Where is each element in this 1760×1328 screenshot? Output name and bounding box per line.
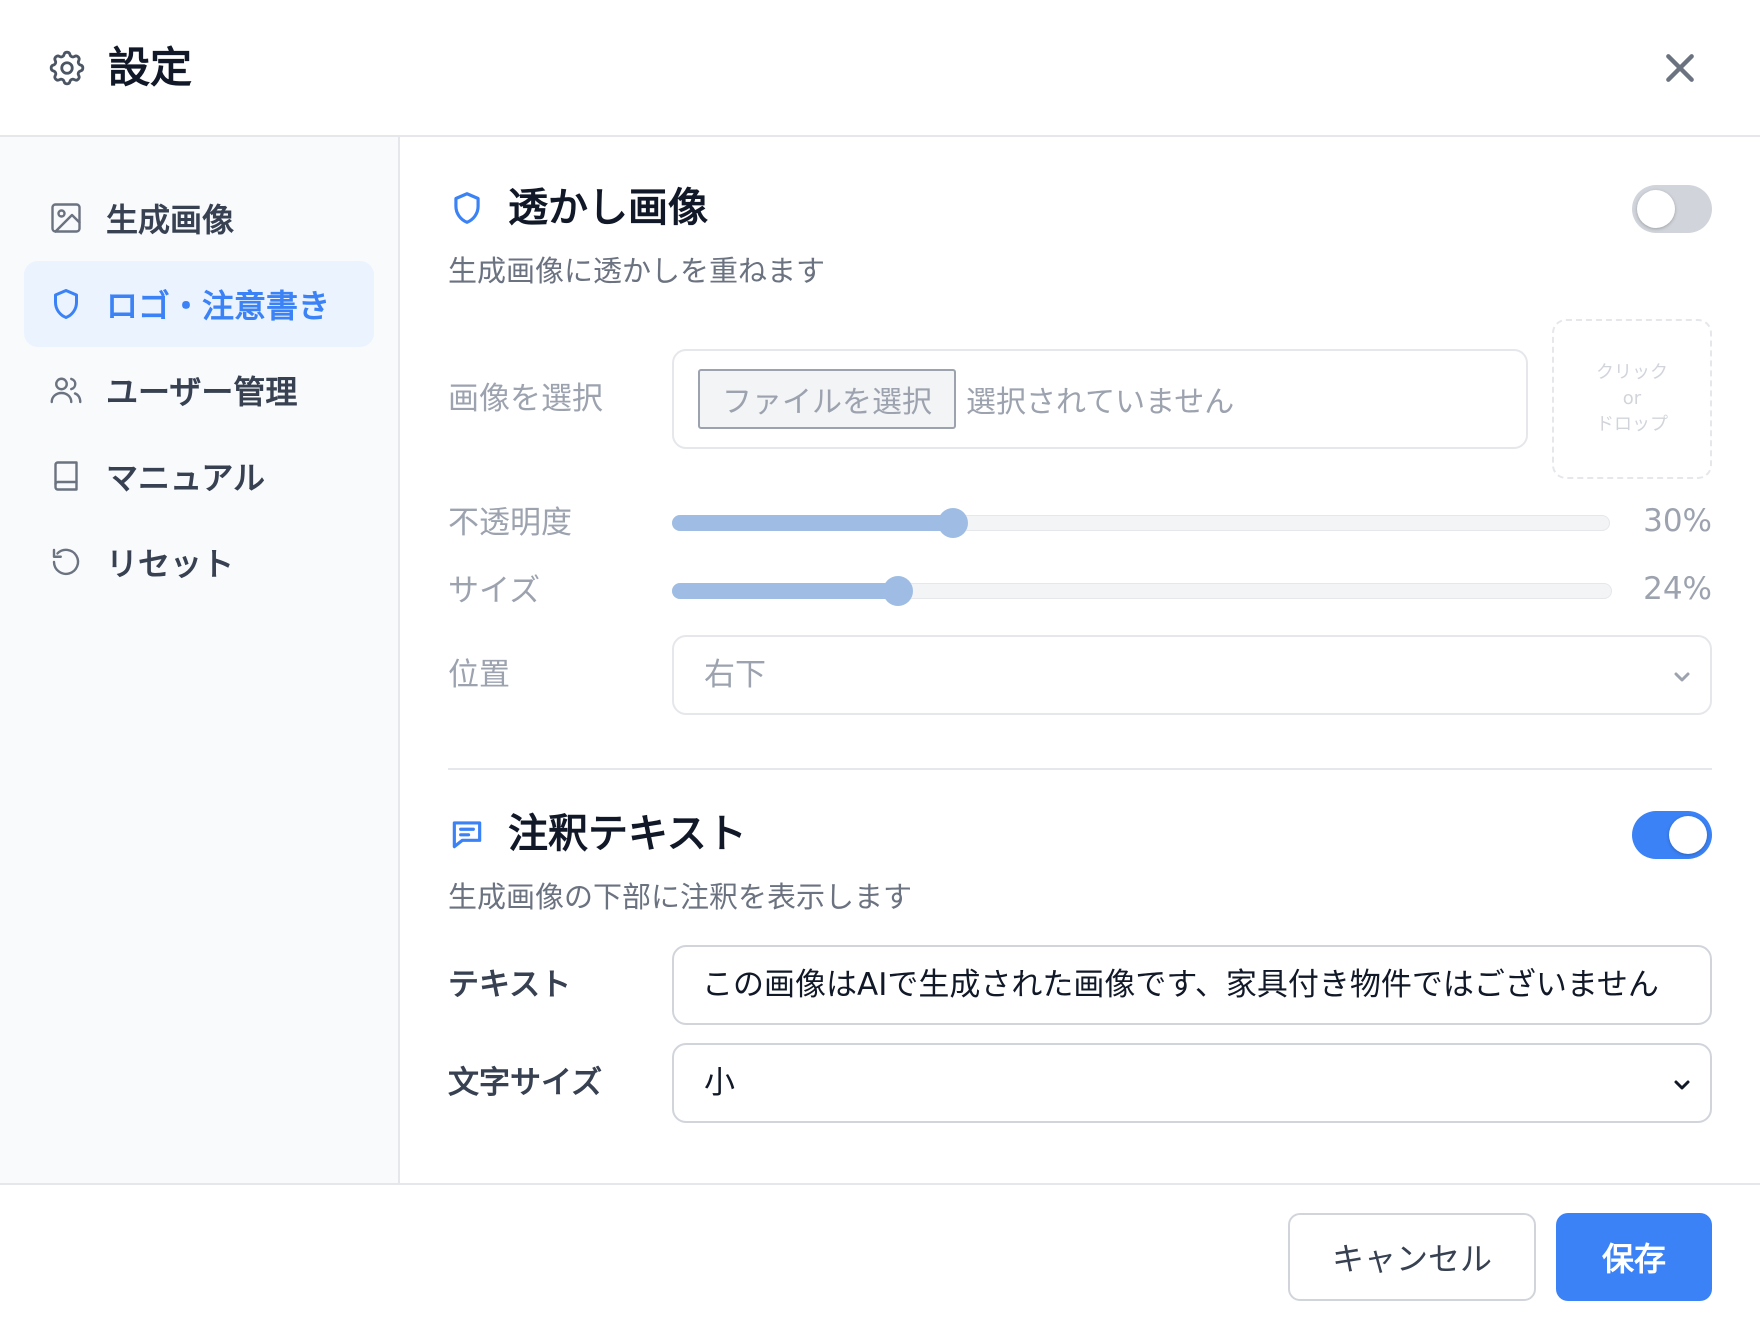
annotation-section-description: 生成画像の下部に注釈を表示します xyxy=(448,880,913,914)
watermark-section-description: 生成画像に透かしを重ねます xyxy=(448,254,826,288)
position-label: 位置 xyxy=(448,657,510,693)
sidebar-item-label: マニュアル xyxy=(106,459,266,497)
drop-zone-text: クリック xyxy=(1596,362,1668,383)
users-icon xyxy=(50,377,82,404)
annotation-section-title: 注釈テキスト xyxy=(508,811,747,857)
slider-thumb[interactable] xyxy=(882,576,913,606)
dialog-title: 設定 xyxy=(108,43,193,92)
font-size-label: 文字サイズ xyxy=(448,1065,603,1101)
shield-icon xyxy=(454,192,480,224)
image-icon xyxy=(51,203,81,233)
sidebar-item-label: ユーザー管理 xyxy=(106,373,298,411)
file-status-text: 選択されていません xyxy=(966,385,1235,420)
save-button[interactable]: 保存 xyxy=(1556,1213,1712,1301)
font-size-select[interactable]: 小 xyxy=(672,1043,1712,1123)
watermark-toggle[interactable] xyxy=(1632,185,1712,233)
toggle-knob xyxy=(1637,190,1675,228)
sidebar-item-manual[interactable]: マニュアル xyxy=(24,433,374,519)
cancel-button[interactable]: キャンセル xyxy=(1288,1213,1536,1301)
slider-fill xyxy=(672,515,954,531)
annotation-text-input[interactable]: この画像はAIで生成された画像です、家具付き物件ではございません xyxy=(672,945,1712,1025)
file-input[interactable]: ファイルを選択 選択されていません xyxy=(672,349,1528,449)
size-slider[interactable] xyxy=(672,576,1612,606)
watermark-section-title: 透かし画像 xyxy=(508,185,708,231)
sidebar-item-logo-notice[interactable]: ロゴ・注意書き xyxy=(24,261,374,347)
chevron-down-icon xyxy=(1674,1080,1690,1090)
slider-thumb[interactable] xyxy=(938,508,969,538)
sidebar: 生成画像 ロゴ・注意書き ユーザー管理 マニュアル リセット xyxy=(0,137,400,1183)
settings-dialog: 設定 生成画像 ロゴ・注意書き ユーザー管理 マニュアル リセット 透かし画像 … xyxy=(0,0,1760,1328)
position-select[interactable]: 右下 xyxy=(672,635,1712,715)
opacity-label: 不透明度 xyxy=(448,505,572,541)
book-icon xyxy=(54,461,78,491)
section-divider xyxy=(448,768,1712,770)
sidebar-item-generated-images[interactable]: 生成画像 xyxy=(24,175,374,261)
annotation-toggle[interactable] xyxy=(1632,811,1712,859)
reset-icon xyxy=(52,548,80,575)
opacity-slider[interactable] xyxy=(672,508,1610,538)
settings-content: 透かし画像 生成画像に透かしを重ねます 画像を選択 ファイルを選択 選択されてい… xyxy=(400,137,1760,1183)
image-drop-zone[interactable]: クリック or ドロップ xyxy=(1552,319,1712,479)
drop-zone-text: or xyxy=(1622,388,1642,409)
position-select-value: 右下 xyxy=(704,657,766,693)
sidebar-item-reset[interactable]: リセット xyxy=(24,519,374,605)
sidebar-item-label: 生成画像 xyxy=(106,201,235,239)
close-icon[interactable] xyxy=(1660,48,1700,88)
annotation-text-label: テキスト xyxy=(448,967,572,1003)
sidebar-item-label: リセット xyxy=(106,545,235,583)
message-icon xyxy=(452,821,482,849)
size-value: 24% xyxy=(1643,571,1712,607)
shield-icon xyxy=(54,289,78,319)
choose-file-button[interactable]: ファイルを選択 xyxy=(698,369,956,429)
drop-zone-text: ドロップ xyxy=(1596,414,1668,435)
sidebar-item-label: ロゴ・注意書き xyxy=(106,287,331,325)
slider-fill xyxy=(672,583,898,599)
gear-icon xyxy=(49,50,85,86)
dialog-header: 設定 xyxy=(0,0,1760,137)
opacity-value: 30% xyxy=(1643,503,1712,539)
image-select-label: 画像を選択 xyxy=(448,381,603,417)
dialog-footer: キャンセル 保存 xyxy=(0,1183,1760,1328)
sidebar-item-user-management[interactable]: ユーザー管理 xyxy=(24,347,374,433)
annotation-text-value: この画像はAIで生成された画像です、家具付き物件ではございません xyxy=(702,967,1659,1003)
font-size-select-value: 小 xyxy=(704,1065,735,1101)
size-label: サイズ xyxy=(448,573,541,609)
toggle-knob xyxy=(1669,816,1707,854)
chevron-down-icon xyxy=(1674,672,1690,682)
